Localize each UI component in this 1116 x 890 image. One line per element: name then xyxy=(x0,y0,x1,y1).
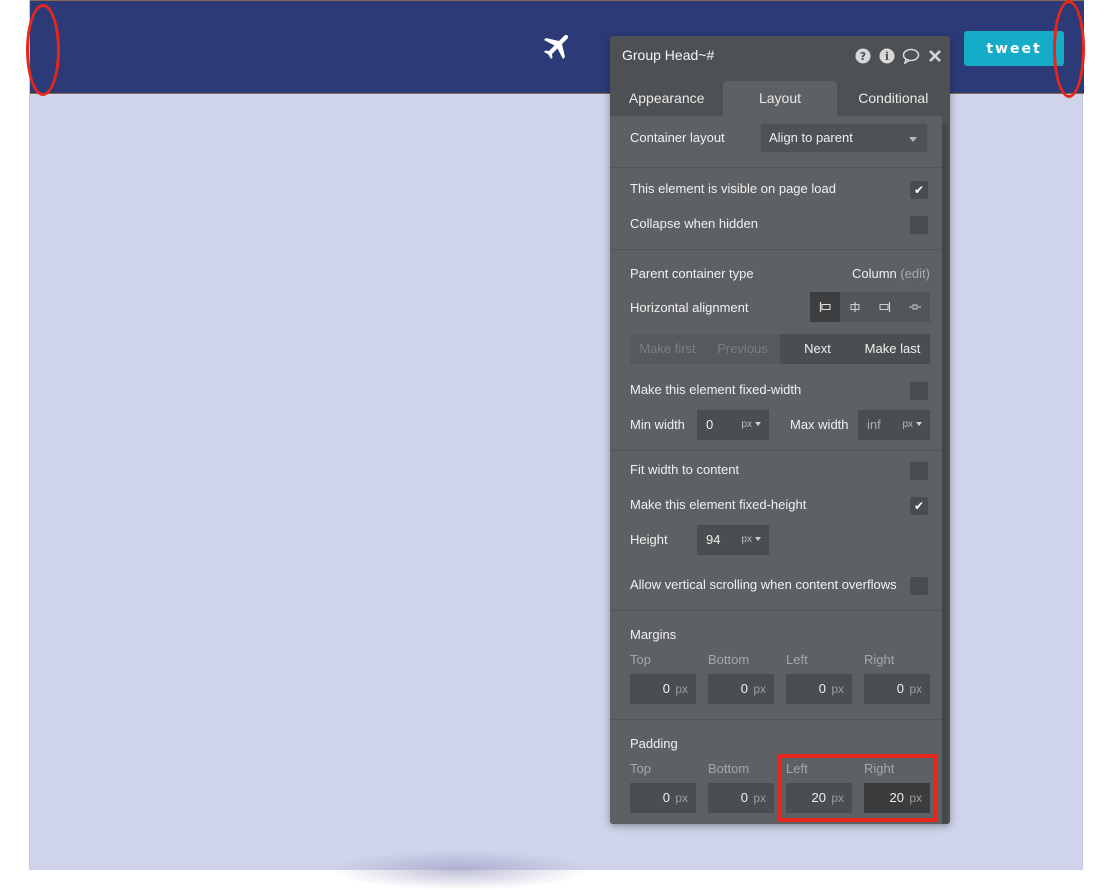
fixed-height-checkbox[interactable]: ✔ xyxy=(910,497,928,515)
visible-on-load-checkbox[interactable]: ✔ xyxy=(910,181,928,199)
max-width-value: inf xyxy=(867,417,881,432)
min-width-unit-dropdown[interactable]: px xyxy=(741,410,761,440)
max-width-label: Max width xyxy=(790,417,849,432)
previous-button[interactable]: Previous xyxy=(705,334,780,364)
highlight-oval-right xyxy=(1053,0,1085,98)
collapse-hidden-label: Collapse when hidden xyxy=(630,216,758,231)
parent-type-edit-link[interactable]: (edit) xyxy=(900,266,930,281)
margin-bottom-unit: px xyxy=(753,682,766,696)
align-right-icon[interactable] xyxy=(870,292,900,322)
container-layout-value: Align to parent xyxy=(769,130,853,145)
margin-bottom-label: Bottom xyxy=(708,652,750,667)
min-width-input[interactable]: 0 px xyxy=(697,410,769,440)
property-editor-panel: Group Head~# ? i Appearance Layout Condi… xyxy=(610,36,950,824)
make-first-button[interactable]: Make first xyxy=(630,334,705,364)
divider xyxy=(610,719,942,720)
align-stretch-icon[interactable] xyxy=(900,292,930,322)
fixed-width-checkbox[interactable] xyxy=(910,382,928,400)
padding-bottom-unit: px xyxy=(753,791,766,805)
make-last-button[interactable]: Make last xyxy=(855,334,930,364)
divider xyxy=(610,610,942,611)
fit-width-checkbox[interactable] xyxy=(910,462,928,480)
parent-type-label: Parent container type xyxy=(630,266,754,281)
padding-bottom-label: Bottom xyxy=(708,761,750,776)
margin-top-unit: px xyxy=(675,682,688,696)
parent-type-value: Column xyxy=(851,266,897,281)
height-label: Height xyxy=(630,532,668,547)
margin-right-value: 0 xyxy=(896,681,904,696)
vertical-scroll-label: Allow vertical scrolling when content ov… xyxy=(630,577,897,592)
padding-top-input[interactable]: 0 px xyxy=(630,783,696,813)
element-order-control: Make first Previous Next Make last xyxy=(630,334,930,364)
checkmark-icon: ✔ xyxy=(913,499,925,513)
margin-bottom-value: 0 xyxy=(740,681,748,696)
margin-left-input[interactable]: 0 px xyxy=(786,674,852,704)
margin-top-value: 0 xyxy=(662,681,670,696)
margin-top-input[interactable]: 0 px xyxy=(630,674,696,704)
padding-label: Padding xyxy=(630,736,678,751)
airplane-icon xyxy=(543,34,569,60)
padding-top-label: Top xyxy=(630,761,651,776)
align-center-icon[interactable] xyxy=(840,292,870,322)
margin-right-unit: px xyxy=(909,682,922,696)
parent-type-value-wrap: Column (edit) xyxy=(852,266,930,281)
margin-right-input[interactable]: 0 px xyxy=(864,674,930,704)
margin-bottom-input[interactable]: 0 px xyxy=(708,674,774,704)
height-value: 94 xyxy=(706,532,721,547)
container-layout-dropdown[interactable]: Align to parent xyxy=(760,123,928,153)
horizontal-alignment-label: Horizontal alignment xyxy=(630,300,749,315)
padding-top-unit: px xyxy=(675,791,688,805)
fixed-height-label: Make this element fixed-height xyxy=(630,497,807,512)
padding-bottom-input[interactable]: 0 px xyxy=(708,783,774,813)
min-width-label: Min width xyxy=(630,417,685,432)
divider xyxy=(610,249,942,250)
align-left-icon[interactable] xyxy=(810,292,840,322)
layout-tab-content: Container layout Align to parent This el… xyxy=(610,36,942,824)
margins-label: Margins xyxy=(630,627,677,642)
collapse-hidden-checkbox[interactable] xyxy=(910,216,928,234)
divider xyxy=(610,450,942,451)
fixed-width-label: Make this element fixed-width xyxy=(630,382,802,397)
min-width-value: 0 xyxy=(706,417,714,432)
chevron-down-icon xyxy=(909,137,917,142)
margin-top-label: Top xyxy=(630,652,651,667)
highlight-oval-left xyxy=(26,4,60,96)
margin-left-label: Left xyxy=(786,652,808,667)
divider xyxy=(610,167,942,168)
checkmark-icon: ✔ xyxy=(913,183,925,197)
visible-on-load-label: This element is visible on page load xyxy=(630,181,836,196)
margin-left-unit: px xyxy=(831,682,844,696)
max-width-input[interactable]: inf px xyxy=(858,410,930,440)
horizontal-alignment-control xyxy=(810,292,930,322)
margin-right-label: Right xyxy=(864,652,895,667)
padding-highlight-box xyxy=(778,754,938,822)
shadow-decoration xyxy=(330,850,590,890)
padding-bottom-value: 0 xyxy=(740,790,748,805)
fit-width-label: Fit width to content xyxy=(630,462,740,477)
padding-top-value: 0 xyxy=(662,790,670,805)
height-input[interactable]: 94 px xyxy=(697,525,769,555)
margin-left-value: 0 xyxy=(818,681,826,696)
vertical-scroll-checkbox[interactable] xyxy=(910,577,928,595)
max-width-unit-dropdown[interactable]: px xyxy=(902,410,922,440)
height-unit-dropdown[interactable]: px xyxy=(741,525,761,555)
container-layout-label: Container layout xyxy=(630,130,725,145)
panel-scrollbar[interactable] xyxy=(942,124,948,824)
next-button[interactable]: Next xyxy=(780,334,855,364)
tweet-button[interactable]: tweet xyxy=(964,31,1064,66)
